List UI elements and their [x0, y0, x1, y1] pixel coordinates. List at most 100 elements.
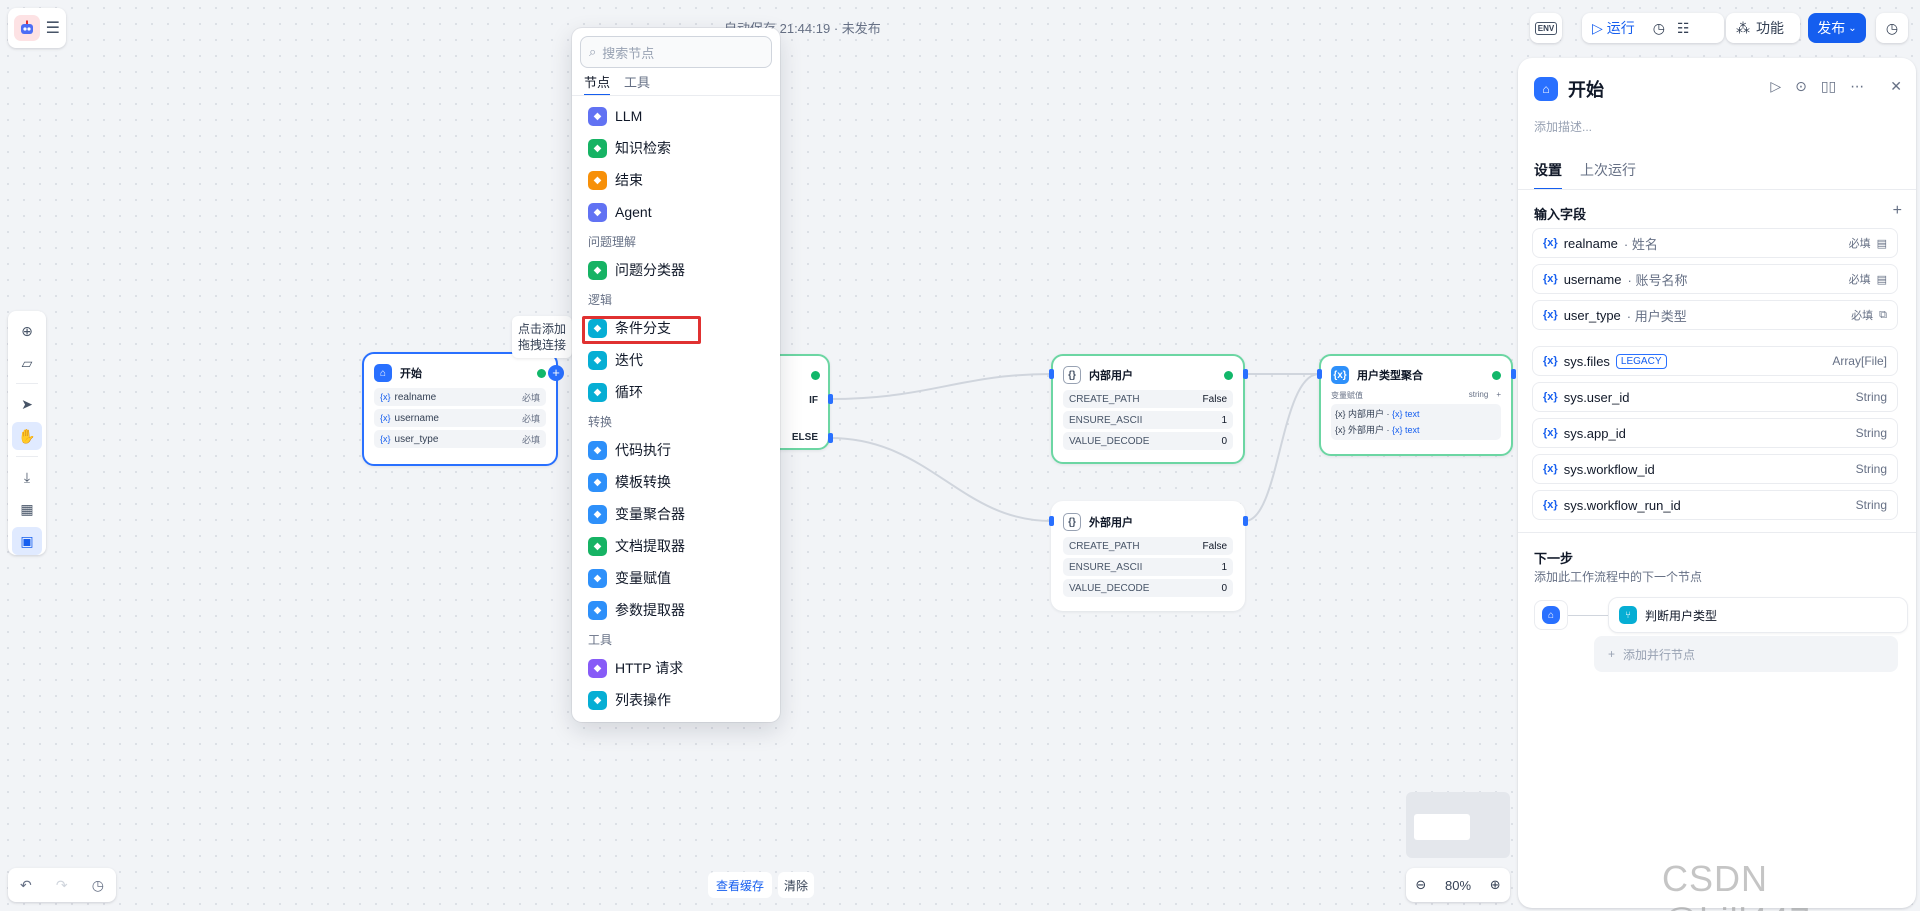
- tab-settings[interactable]: 设置: [1534, 160, 1562, 190]
- export-image-icon[interactable]: ⤓: [12, 463, 42, 491]
- history-icon[interactable]: ◷: [92, 877, 104, 894]
- menu-item[interactable]: ◆ 参数提取器: [572, 594, 780, 626]
- variable-icon: {x}: [1331, 366, 1349, 384]
- history-check-icon[interactable]: ◷: [1653, 20, 1665, 37]
- add-icon[interactable]: +: [1496, 390, 1501, 401]
- node-type-icon: ◆: [588, 138, 607, 158]
- add-node-icon[interactable]: ⊕: [12, 317, 42, 345]
- divider: [16, 383, 38, 384]
- undo-icon[interactable]: ↶: [20, 877, 32, 894]
- search-input[interactable]: ⌕ 搜索节点: [580, 36, 772, 68]
- port[interactable]: [828, 433, 833, 443]
- menu-item[interactable]: ◆ LLM: [572, 100, 780, 132]
- select-type-icon: ⧉: [1879, 308, 1887, 321]
- hand-icon[interactable]: ✋: [12, 422, 42, 450]
- undo-redo-toolbar: ↶ ↷ ◷: [8, 868, 116, 902]
- menu-item[interactable]: ◆ 结束: [572, 164, 780, 196]
- tab-tools[interactable]: 工具: [624, 72, 650, 96]
- zoom-level[interactable]: 80%: [1445, 878, 1471, 893]
- menu-item[interactable]: ◆ Agent: [572, 196, 780, 228]
- menu-item[interactable]: ◆ 变量聚合器: [572, 498, 780, 530]
- zoom-out-icon[interactable]: ⊖: [1415, 877, 1426, 893]
- text-type-icon: ▤: [1876, 273, 1887, 286]
- else-label: ELSE: [791, 432, 818, 443]
- menu-icon[interactable]: ☰: [46, 18, 60, 38]
- organize-icon[interactable]: ▦: [12, 495, 42, 523]
- run-node-icon[interactable]: ▷: [1770, 78, 1781, 95]
- success-status-icon: [811, 371, 820, 380]
- node-external-user[interactable]: {} 外部用户 CREATE_PATH False ENSURE_ASCII 1 V…: [1051, 501, 1245, 611]
- features-button[interactable]: ⁂ 功能: [1726, 13, 1800, 43]
- input-field-item[interactable]: {x} username · 账号名称 必填 ▤: [1532, 264, 1898, 294]
- node-type-icon: ◆: [588, 350, 607, 370]
- menu-item[interactable]: ◆ 列表操作: [572, 684, 780, 716]
- panel-title: 开始: [1568, 80, 1604, 100]
- add-note-icon[interactable]: ▱: [12, 349, 42, 377]
- port[interactable]: [1511, 369, 1516, 379]
- node-param-row: ENSURE_ASCII 1: [1063, 411, 1233, 429]
- env-button[interactable]: ENV: [1530, 13, 1562, 43]
- view-cache-button[interactable]: 查看缓存: [708, 872, 773, 898]
- node-user-type-aggregator[interactable]: {x} 用户类型聚合 变量赋值 string + {x} 内部用户 · {x} …: [1319, 354, 1513, 456]
- menu-item[interactable]: ◆ 模板转换: [572, 466, 780, 498]
- checklist-icon[interactable]: ☷: [1677, 20, 1690, 37]
- help-icon[interactable]: ⊙: [1795, 78, 1807, 95]
- version-history-button[interactable]: ◷: [1876, 13, 1908, 43]
- menu-item[interactable]: ◆ 知识检索: [572, 132, 780, 164]
- book-icon[interactable]: ▯▯: [1821, 78, 1836, 95]
- menu-item[interactable]: ◆ 循环: [572, 376, 780, 408]
- menu-item[interactable]: ◆ 文档提取器: [572, 530, 780, 562]
- redo-icon[interactable]: ↷: [56, 877, 68, 894]
- edge-else-external: [829, 437, 1052, 522]
- node-field: {x} realname 必填: [374, 388, 546, 406]
- branch-icon: ⑂: [1619, 606, 1637, 624]
- add-field-icon[interactable]: +: [1893, 202, 1902, 220]
- node-param-row: ENSURE_ASCII 1: [1063, 558, 1233, 576]
- menu-item[interactable]: ◆ 问题分类器: [572, 254, 780, 286]
- add-parallel-node-button[interactable]: + 添加并行节点: [1594, 636, 1898, 672]
- menu-item[interactable]: ◆ 代码执行: [572, 434, 780, 466]
- json-icon: {}: [1063, 366, 1081, 384]
- app-logo[interactable]: ☰: [8, 8, 66, 48]
- home-icon: ⌂: [374, 364, 392, 382]
- menu-group-label: 逻辑: [588, 292, 613, 307]
- next-node-item[interactable]: ⑂ 判断用户类型: [1608, 597, 1908, 633]
- chevron-down-icon: ⌄: [1848, 22, 1857, 34]
- plus-icon: +: [1608, 647, 1616, 661]
- input-field-item[interactable]: {x} realname · 姓名 必填 ▤: [1532, 228, 1898, 258]
- env-icon: ENV: [1534, 21, 1558, 35]
- minimap-toggle-icon[interactable]: ▣: [12, 527, 42, 555]
- zoom-in-icon[interactable]: ⊕: [1490, 877, 1501, 893]
- port[interactable]: [828, 394, 833, 404]
- minimap[interactable]: [1406, 792, 1510, 858]
- clear-cache-button[interactable]: 清除: [778, 872, 815, 898]
- more-icon[interactable]: ⋯: [1850, 78, 1864, 95]
- node-type-icon: ◆: [588, 690, 607, 710]
- add-next-node-button[interactable]: +: [548, 365, 564, 381]
- node-start[interactable]: ⌂ 开始 {x} realname 必填 {x} username 必填 {x} user…: [362, 352, 558, 466]
- node-type-icon: ◆: [588, 658, 607, 678]
- menu-item[interactable]: ◆ 条件分支: [572, 312, 780, 344]
- description-input[interactable]: 添加描述...: [1534, 118, 1592, 135]
- publish-button[interactable]: 发布 ⌄: [1808, 13, 1866, 43]
- menu-item[interactable]: ◆ 变量赋值: [572, 562, 780, 594]
- tab-nodes[interactable]: 节点: [584, 72, 611, 96]
- menu-item[interactable]: ◆ 迭代: [572, 344, 780, 376]
- tab-last-run[interactable]: 上次运行: [1580, 160, 1636, 190]
- node-type-icon: ◆: [588, 472, 607, 492]
- close-icon[interactable]: ✕: [1890, 78, 1902, 95]
- menu-item[interactable]: ◆ HTTP 请求: [572, 652, 780, 684]
- success-status-icon: [537, 368, 546, 378]
- run-button[interactable]: ▷ 运行: [1592, 18, 1635, 38]
- port[interactable]: [1049, 369, 1054, 379]
- input-field-item[interactable]: {x} user_type · 用户类型 必填 ⧉: [1532, 300, 1898, 330]
- success-status-icon: [1224, 370, 1233, 380]
- port[interactable]: [1317, 369, 1322, 379]
- inputs-title: 输入字段: [1534, 207, 1587, 222]
- port[interactable]: [1243, 369, 1248, 379]
- port[interactable]: [1243, 516, 1248, 526]
- node-internal-user[interactable]: {} 内部用户 CREATE_PATH False ENSURE_ASCII 1 V…: [1051, 354, 1245, 464]
- node-type-icon: ◆: [588, 568, 607, 588]
- port[interactable]: [1049, 516, 1054, 526]
- pointer-icon[interactable]: ➤: [12, 390, 42, 418]
